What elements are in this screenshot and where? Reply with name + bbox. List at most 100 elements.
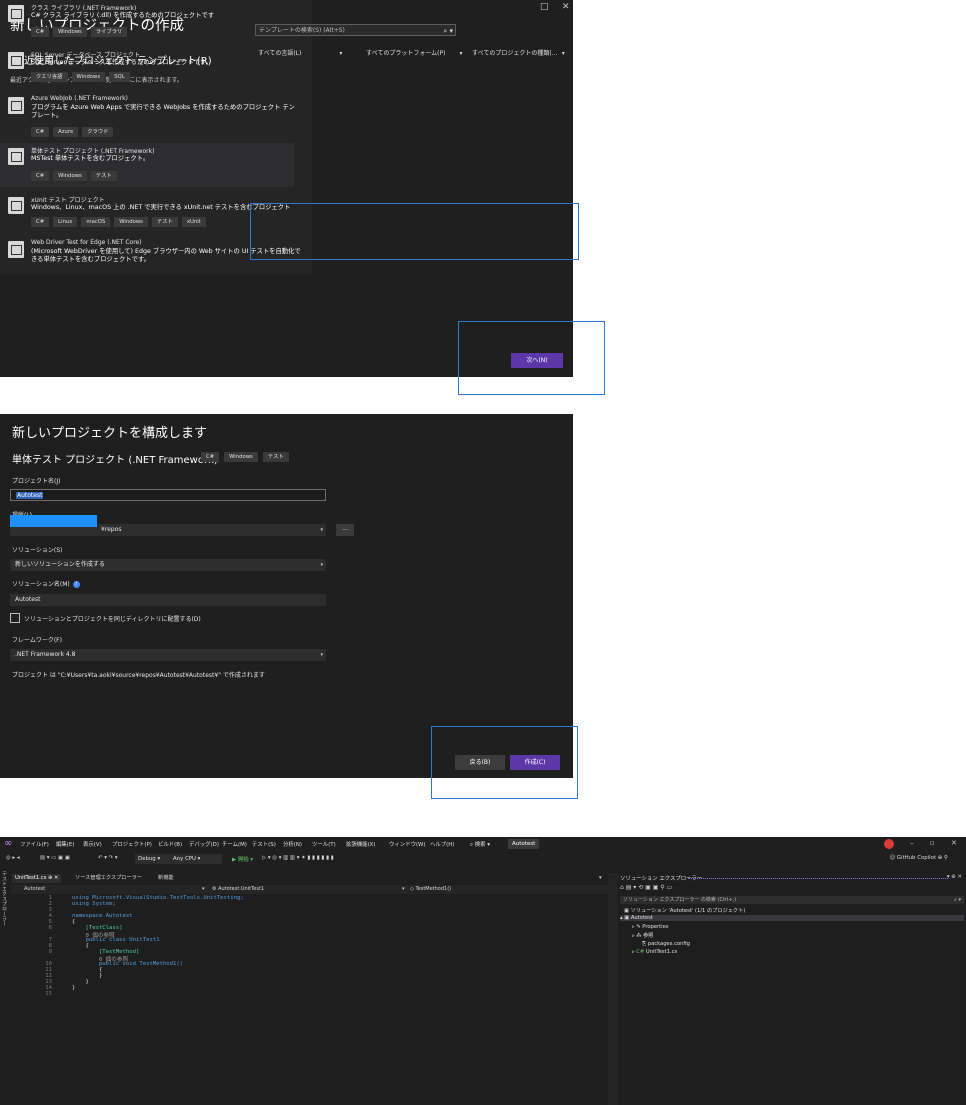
tree-label: ソリューション 'Autotest' (1/1 のプロジェクト) xyxy=(630,908,746,914)
search-icon[interactable]: ⌕ ▾ xyxy=(954,896,961,904)
maximize-icon[interactable]: ▫ xyxy=(930,839,935,847)
project-name-label: プロジェクト名(J) xyxy=(12,478,61,485)
template-name: クラス ライブラリ (.NET Framework) xyxy=(31,5,137,12)
close-icon[interactable]: ✕ xyxy=(562,2,570,12)
menu-edit[interactable]: 編集(E) xyxy=(56,840,74,848)
wrench-icon: ✎ xyxy=(636,924,641,930)
info-icon[interactable]: i xyxy=(72,581,80,588)
menu-team[interactable]: チーム(M) xyxy=(222,840,247,848)
copilot-button[interactable]: ☺ GitHub Copilot ⊕ ⚲ xyxy=(889,855,948,861)
maximize-icon[interactable]: □ xyxy=(540,2,549,12)
close-icon[interactable]: ✕ xyxy=(54,875,58,881)
pin-icon[interactable]: ⊕ xyxy=(48,875,52,881)
tag: Linux xyxy=(53,217,78,227)
tag: Windows xyxy=(224,452,258,462)
platform-filter[interactable]: すべてのプラットフォーム(P) ▾ xyxy=(366,48,462,57)
browse-button[interactable]: ... xyxy=(336,524,354,536)
highlight-selected-template xyxy=(250,203,579,260)
project-type-filter[interactable]: すべてのプロジェクトの種類(… ▾ xyxy=(472,48,565,57)
chevron-down-icon: ▾ xyxy=(320,562,323,568)
chevron-down-icon: ▾ xyxy=(561,50,565,57)
menu-view[interactable]: 表示(V) xyxy=(83,840,102,848)
config-value: Debug xyxy=(138,856,156,862)
azure-webjob-icon xyxy=(8,97,24,114)
template-sql-server[interactable]: SQL Server データベース プロジェクト SQL Server データベ… xyxy=(0,47,300,97)
search-icon[interactable]: ⌕ ▾ xyxy=(443,25,453,37)
menu-analyze[interactable]: 分析(N) xyxy=(283,840,302,848)
project-badge: Autotest xyxy=(508,839,540,849)
project-name-input[interactable]: Autotest xyxy=(10,489,326,501)
template-azure-webjob[interactable]: Azure WebJob (.NET Framework) プログラムを Azu… xyxy=(0,92,300,140)
document-tabs: UnitTest1.cs ⊕ ✕ ソース管理エクスプローラー 新機能 ▾ xyxy=(10,873,608,884)
chevron-down-icon[interactable]: ▾ xyxy=(402,885,405,894)
test-flask-icon xyxy=(8,241,24,258)
class-nav-dropdown[interactable]: ⚙ Autotest.UnitTest1 xyxy=(212,885,264,894)
copilot-icon: ☺ xyxy=(889,855,897,861)
splitter[interactable] xyxy=(608,873,618,1105)
start-button[interactable]: ▶ 開始 ▾ xyxy=(232,855,253,863)
chevron-down-icon[interactable]: ▾ xyxy=(202,885,205,894)
same-directory-checkbox[interactable] xyxy=(10,613,20,623)
minimize-icon[interactable]: – xyxy=(910,839,914,847)
solution-search-input[interactable]: ソリューション エクスプローラー の検索 (Ctrl+;) ⌕ ▾ xyxy=(620,896,964,904)
visual-studio-logo-icon: ∞ xyxy=(4,838,13,849)
tree-properties[interactable]: ▹ ✎ Properties xyxy=(632,924,669,930)
pane-options-icon[interactable]: ▾ ⊕ ✕ xyxy=(947,874,962,880)
highlight-next-button xyxy=(458,321,605,395)
framework-select[interactable]: .NET Framework 4.8 ▾ xyxy=(10,649,326,661)
chevron-down-icon[interactable]: ▾ xyxy=(320,524,323,536)
member-nav-dropdown[interactable]: ◇ TestMethod1() xyxy=(410,885,451,894)
tab-whats-new[interactable]: 新機能 xyxy=(155,874,177,883)
run-without-debug-icon[interactable]: ▷ ▾ ◎ ▾ ▥ ▥ ▾ ✦ ▮ ▮ ▮ ▮ ▮ ▮ xyxy=(262,855,334,861)
menu-help[interactable]: ヘルプ(H) xyxy=(430,840,454,848)
config-dropdown[interactable]: Debug ▾ xyxy=(135,854,171,864)
project-nav-dropdown[interactable]: Autotest xyxy=(24,885,45,894)
tab-unittest1[interactable]: UnitTest1.cs ⊕ ✕ xyxy=(12,874,62,883)
tree-packages-config[interactable]: ⎘ packages.config xyxy=(642,941,690,948)
solution-name-input[interactable]: Autotest xyxy=(10,594,326,606)
menu-tools[interactable]: ツール(T) xyxy=(312,840,336,848)
tree-project-autotest[interactable]: ▴ ▣ Autotest xyxy=(620,915,964,921)
search-menu[interactable]: ⌕ 検索 ▾ xyxy=(470,840,490,849)
menu-test[interactable]: テスト(S) xyxy=(252,840,276,848)
tab-label: UnitTest1.cs xyxy=(15,875,47,881)
menu-file[interactable]: ファイル(F) xyxy=(20,840,49,848)
tag: テスト xyxy=(151,217,178,227)
tag: SQL xyxy=(109,72,130,82)
tag: C# xyxy=(31,171,50,181)
tag: クラウド xyxy=(82,127,114,137)
tree-solution[interactable]: ▣ ソリューション 'Autotest' (1/1 のプロジェクト) xyxy=(624,907,745,914)
template-name: xUnit テスト プロジェクト xyxy=(31,197,105,204)
tab-overflow-icon[interactable]: ▾ xyxy=(596,874,605,883)
tree-label: 参照 xyxy=(643,933,654,939)
test-explorer-side-tab[interactable]: テストエクスプローラー xyxy=(0,871,8,931)
menu-build[interactable]: ビルド(B) xyxy=(158,840,182,848)
code-editor[interactable]: 1 using Microsoft.VisualStudio.TestTools… xyxy=(10,895,608,1105)
menu-debug[interactable]: デバッグ(D) xyxy=(189,840,219,848)
tag: Windows xyxy=(71,72,106,82)
tab-source-control[interactable]: ソース管理エクスプローラー xyxy=(72,874,145,883)
new-project-icon[interactable]: ▤ ▾ ▭ ▣ ▣ xyxy=(40,855,70,861)
tag: クエリ言語 xyxy=(31,72,68,82)
template-unit-test[interactable]: 単体テスト プロジェクト (.NET Framework) MSTest 単体テ… xyxy=(0,143,294,187)
code-line: } xyxy=(72,985,76,991)
test-flask-icon xyxy=(8,148,24,165)
database-icon xyxy=(8,52,24,69)
platform-dropdown[interactable]: Any CPU ▾ xyxy=(170,854,222,864)
menu-window[interactable]: ウィンドウ(W) xyxy=(389,840,426,848)
nav-back-icon[interactable]: ◎ ▸ ◂ xyxy=(6,855,20,861)
tag: C# xyxy=(31,27,50,37)
highlight-create-button xyxy=(431,726,578,799)
template-class-library[interactable]: クラス ライブラリ (.NET Framework) C# クラス ライブラリ … xyxy=(0,0,300,50)
solution-select[interactable]: 新しいソリューションを作成する ▾ xyxy=(10,559,326,571)
menu-extensions[interactable]: 拡張機能(X) xyxy=(346,840,375,848)
line-number: 9 xyxy=(48,949,52,955)
tree-references[interactable]: ▹ ⁂ 参照 xyxy=(632,932,654,939)
solution-toolbar-icons[interactable]: ⌂ ▤ ▾ ⟲ ▣ ▣ ⚲ ▭ xyxy=(620,884,672,891)
menu-project[interactable]: プロジェクト(P) xyxy=(112,840,152,848)
close-icon[interactable]: ✕ xyxy=(951,839,957,847)
tree-unittest1-cs[interactable]: ▹ C# UnitTest1.cs xyxy=(632,949,677,955)
project-name-value: Autotest xyxy=(16,492,44,499)
account-avatar[interactable] xyxy=(884,839,894,849)
undo-icon[interactable]: ↶ ▾ ↷ ▾ xyxy=(98,855,118,861)
